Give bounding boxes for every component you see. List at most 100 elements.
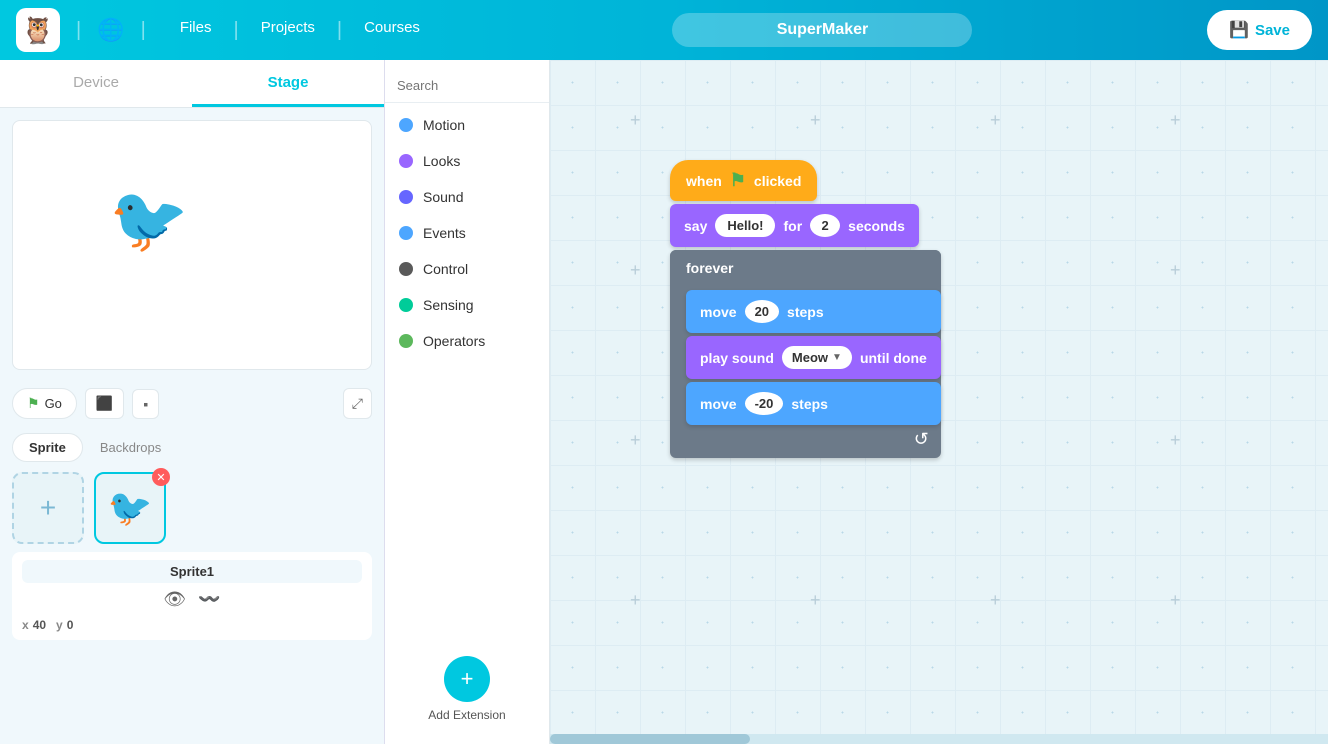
- category-control-label: Control: [423, 261, 468, 277]
- category-operators-label: Operators: [423, 333, 485, 349]
- divider-3: |: [233, 19, 238, 42]
- x-label: x: [22, 618, 29, 632]
- tab-stage[interactable]: Stage: [192, 60, 384, 107]
- category-looks[interactable]: Looks: [385, 143, 549, 179]
- left-panel: Device Stage 🐦 ⚑ Go ⬛ ▪ ⤢ Sprite Backdro…: [0, 60, 385, 744]
- stage-controls: ⚑ Go ⬛ ▪ ⤢: [0, 382, 384, 425]
- category-sensing[interactable]: Sensing: [385, 287, 549, 323]
- grid-plus: +: [1170, 110, 1181, 131]
- flag-green-icon: ⚑: [730, 170, 746, 191]
- category-looks-label: Looks: [423, 153, 460, 169]
- block-when-clicked[interactable]: when ⚑ clicked: [670, 160, 817, 201]
- say-text-input[interactable]: Hello!: [715, 214, 775, 237]
- seconds-label: seconds: [848, 218, 905, 234]
- forever-label: forever: [670, 250, 941, 286]
- grid-plus: +: [990, 110, 1001, 131]
- title-container: [450, 13, 1195, 47]
- backdrops-tab[interactable]: Backdrops: [83, 433, 178, 462]
- workspace-scrollbar[interactable]: [550, 734, 1328, 744]
- clicked-label: clicked: [754, 173, 801, 189]
- layout-full-button[interactable]: ▪: [132, 389, 159, 419]
- move2-steps-input[interactable]: -20: [745, 392, 784, 415]
- grid-plus: +: [810, 590, 821, 611]
- sprite-info: Sprite1 👁 〰️ x 40 y 0: [12, 552, 372, 640]
- until-done-label: until done: [860, 350, 927, 366]
- search-input[interactable]: [397, 78, 550, 93]
- tab-device[interactable]: Device: [0, 60, 192, 107]
- category-sound[interactable]: Sound: [385, 179, 549, 215]
- category-motion[interactable]: Motion: [385, 107, 549, 143]
- sensing-dot: [399, 298, 413, 312]
- grid-plus: +: [810, 110, 821, 131]
- go-button[interactable]: ⚑ Go: [12, 388, 77, 419]
- category-sensing-label: Sensing: [423, 297, 474, 313]
- add-sprite-button[interactable]: +: [12, 472, 84, 544]
- when-label: when: [686, 173, 722, 189]
- divider-2: |: [141, 19, 146, 42]
- owl-icon: 🦉: [22, 15, 54, 46]
- blocks-stack: when ⚑ clicked say Hello! for 2 seconds …: [670, 160, 941, 458]
- category-control[interactable]: Control: [385, 251, 549, 287]
- motion-dot: [399, 118, 413, 132]
- sprite-x-coord: x 40: [22, 618, 46, 632]
- x-value: 40: [33, 618, 46, 632]
- header-nav: Files | Projects | Courses: [162, 19, 438, 42]
- grid-plus: +: [1170, 430, 1181, 451]
- sprite-tab[interactable]: Sprite: [12, 433, 83, 462]
- move2-label: move: [700, 396, 737, 412]
- add-extension[interactable]: + Add Extension: [385, 642, 549, 736]
- say-label: say: [684, 218, 707, 234]
- sprites-grid: + 🐦 ✕: [12, 472, 372, 544]
- category-events[interactable]: Events: [385, 215, 549, 251]
- sprite-coordinates: x 40 y 0: [22, 618, 362, 632]
- grid-plus: +: [630, 260, 641, 281]
- grid-plus: +: [990, 590, 1001, 611]
- sprite-visibility-icon[interactable]: 👁: [163, 589, 186, 610]
- sprite-show-icon[interactable]: 〰️: [198, 589, 220, 610]
- add-extension-icon: +: [444, 656, 490, 702]
- globe-icon[interactable]: 🌐: [97, 17, 124, 43]
- block-say[interactable]: say Hello! for 2 seconds: [670, 204, 919, 247]
- steps2-label: steps: [791, 396, 828, 412]
- nav-files[interactable]: Files: [162, 19, 230, 42]
- dropdown-arrow-icon: ▼: [832, 352, 842, 363]
- category-motion-label: Motion: [423, 117, 465, 133]
- fullscreen-button[interactable]: ⤢: [343, 388, 372, 419]
- scrollbar-thumb[interactable]: [550, 734, 750, 744]
- flag-icon: ⚑: [27, 395, 40, 412]
- play-sound-label: play sound: [700, 350, 774, 366]
- block-move-1[interactable]: move 20 steps: [686, 290, 941, 333]
- sprite-card-1[interactable]: 🐦 ✕: [94, 472, 166, 544]
- sprite-name: Sprite1: [22, 560, 362, 583]
- looks-dot: [399, 154, 413, 168]
- nav-projects[interactable]: Projects: [243, 19, 333, 42]
- move-label: move: [700, 304, 737, 320]
- sound-dropdown[interactable]: Meow ▼: [782, 346, 852, 369]
- block-play-sound[interactable]: play sound Meow ▼ until done: [686, 336, 941, 379]
- go-label: Go: [45, 396, 62, 411]
- sprite-backdrop-tabs: Sprite Backdrops: [12, 433, 372, 462]
- divider-1: |: [76, 19, 81, 42]
- project-title-input[interactable]: [672, 13, 972, 47]
- blocks-panel: 🔍 Motion Looks Sound Events Control Sens…: [385, 60, 550, 744]
- for-label: for: [783, 218, 802, 234]
- sprite-area: Sprite Backdrops + 🐦 ✕ Sprite1 👁 〰️ x: [0, 425, 384, 744]
- save-label: Save: [1255, 22, 1290, 39]
- move-steps-input[interactable]: 20: [745, 300, 779, 323]
- block-forever[interactable]: forever move 20 steps play sound Meow ▼: [670, 250, 941, 458]
- workspace[interactable]: + + + + + + + + + + + + + + + + + + when…: [550, 60, 1328, 744]
- nav-courses[interactable]: Courses: [346, 19, 438, 42]
- save-button[interactable]: 💾 Save: [1207, 10, 1312, 50]
- y-label: y: [56, 618, 63, 632]
- stage-device-tabs: Device Stage: [0, 60, 384, 108]
- block-move-2[interactable]: move -20 steps: [686, 382, 941, 425]
- category-events-label: Events: [423, 225, 466, 241]
- seconds-num-input[interactable]: 2: [810, 214, 840, 237]
- operators-dot: [399, 334, 413, 348]
- sprite-1-close[interactable]: ✕: [152, 468, 170, 486]
- sprite-character: 🐦: [109, 183, 189, 258]
- sprite-1-icon: 🐦: [108, 487, 153, 529]
- sound-dot: [399, 190, 413, 204]
- category-operators[interactable]: Operators: [385, 323, 549, 359]
- layout-split-button[interactable]: ⬛: [85, 388, 124, 419]
